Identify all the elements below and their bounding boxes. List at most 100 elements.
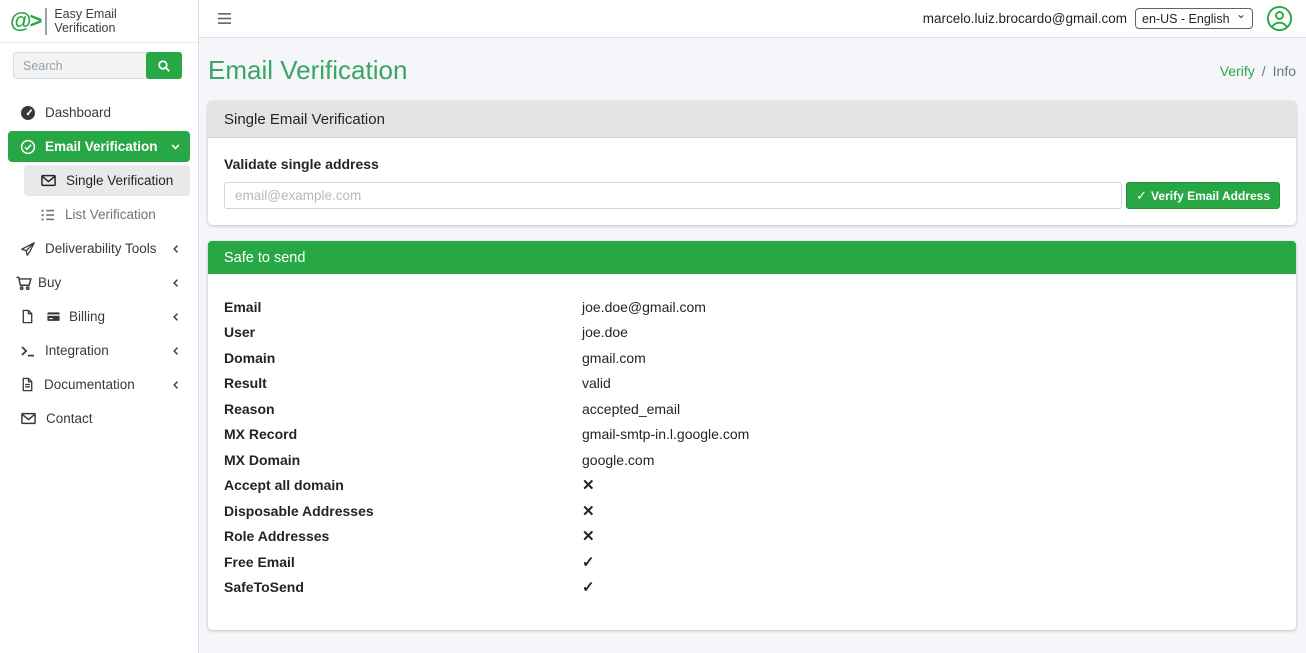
result-label: Email (224, 299, 582, 315)
main-area: marcelo.luiz.brocardo@gmail.com en-US - … (199, 0, 1306, 653)
brand-name-line2: Verification (54, 21, 115, 35)
verify-email-button[interactable]: ✓ Verify Email Address (1126, 182, 1280, 209)
chevron-left-icon (170, 277, 182, 289)
sidebar-item-documentation[interactable]: Documentation (8, 369, 190, 400)
result-row-reason: Reason accepted_email (224, 396, 1280, 422)
sidebar-item-buy[interactable]: Buy (8, 267, 190, 298)
result-label: Role Addresses (224, 528, 582, 544)
hamburger-menu-icon[interactable] (215, 10, 234, 27)
breadcrumb-verify-link[interactable]: Verify (1220, 63, 1255, 79)
result-label: Reason (224, 401, 582, 417)
result-row-domain: Domain gmail.com (224, 345, 1280, 371)
brand-logo-icon: @> (10, 8, 40, 34)
check-icon: ✓ (582, 578, 595, 596)
tachometer-icon (20, 105, 36, 121)
result-row-result: Result valid (224, 371, 1280, 397)
terminal-icon (20, 343, 36, 359)
result-value: google.com (582, 452, 654, 468)
check-circle-icon (20, 139, 36, 155)
language-select[interactable]: en-US - English (1135, 8, 1253, 29)
sidebar-item-label: Contact (46, 411, 93, 426)
sidebar-item-deliverability-tools[interactable]: Deliverability Tools (8, 233, 190, 264)
result-label: SafeToSend (224, 579, 582, 595)
email-input[interactable] (224, 182, 1122, 209)
chevron-down-icon (169, 140, 182, 153)
brand-divider (45, 8, 47, 35)
shopping-cart-icon (15, 274, 33, 292)
list-icon (40, 207, 56, 223)
content: Email Verification Verify / Info Single … (199, 38, 1306, 653)
result-row-user: User joe.doe (224, 320, 1280, 346)
user-email: marcelo.luiz.brocardo@gmail.com (923, 11, 1127, 26)
sidebar-item-email-verification[interactable]: Email Verification (8, 131, 190, 162)
result-value: gmail-smtp-in.l.google.com (582, 426, 749, 442)
sidebar-item-label: Single Verification (66, 173, 173, 188)
topbar: marcelo.luiz.brocardo@gmail.com en-US - … (199, 0, 1306, 38)
result-value: joe.doe@gmail.com (582, 299, 706, 315)
search-button[interactable] (146, 52, 182, 79)
result-value: joe.doe (582, 324, 628, 340)
result-value: gmail.com (582, 350, 646, 366)
result-label: Result (224, 375, 582, 391)
result-label: User (224, 324, 582, 340)
result-row-accept-all-domain: Accept all domain ✕ (224, 473, 1280, 499)
result-label: MX Domain (224, 452, 582, 468)
cross-icon: ✕ (582, 502, 595, 520)
validate-single-address-label: Validate single address (224, 156, 1280, 172)
envelope-icon (40, 172, 57, 189)
envelope-icon (20, 410, 37, 427)
chevron-left-icon (170, 379, 182, 391)
result-row-free-email: Free Email ✓ (224, 549, 1280, 575)
sidebar-item-single-verification[interactable]: Single Verification (24, 165, 190, 196)
result-card-body: Email joe.doe@gmail.com User joe.doe Dom… (208, 274, 1296, 630)
chevron-left-icon (170, 311, 182, 323)
sidebar-item-label: Billing (69, 309, 105, 324)
verify-email-button-label: Verify Email Address (1151, 189, 1270, 203)
brand[interactable]: @> Easy Email Verification (0, 0, 198, 43)
user-avatar-icon[interactable] (1266, 5, 1293, 32)
result-row-role-addresses: Role Addresses ✕ (224, 524, 1280, 550)
result-row-disposable-addresses: Disposable Addresses ✕ (224, 498, 1280, 524)
file-icon (20, 309, 35, 324)
result-label: Free Email (224, 554, 582, 570)
cross-icon: ✕ (582, 527, 595, 545)
brand-name-line1: Easy Email (54, 7, 117, 21)
sidebar-item-label: Email Verification (45, 139, 158, 154)
sidebar-item-integration[interactable]: Integration (8, 335, 190, 366)
chevron-left-icon (170, 243, 182, 255)
check-icon: ✓ (582, 553, 595, 571)
sidebar-item-dashboard[interactable]: Dashboard (8, 97, 190, 128)
sidebar-item-label: Deliverability Tools (45, 241, 157, 256)
result-row-email: Email joe.doe@gmail.com (224, 294, 1280, 320)
result-label: Disposable Addresses (224, 503, 582, 519)
safe-to-send-header: Safe to send (208, 241, 1296, 274)
language-select-wrap: en-US - English (1135, 8, 1253, 29)
sidebar-nav: Dashboard Email Verification Single V (0, 87, 198, 437)
breadcrumb: Verify / Info (1220, 63, 1296, 79)
file-alt-icon (20, 377, 35, 392)
sidebar-item-billing[interactable]: Billing (8, 301, 190, 332)
page-head: Email Verification Verify / Info (208, 55, 1296, 86)
brand-name: Easy Email Verification (54, 7, 117, 35)
sidebar-item-contact[interactable]: Contact (8, 403, 190, 434)
search-input[interactable] (13, 52, 148, 79)
cross-icon: ✕ (582, 476, 595, 494)
result-label: Accept all domain (224, 477, 582, 493)
sidebar-item-label: Dashboard (45, 105, 111, 120)
paper-plane-icon (20, 241, 36, 257)
credit-card-icon (46, 309, 61, 324)
result-card: Safe to send Email joe.doe@gmail.com Use… (208, 241, 1296, 630)
result-row-mx-domain: MX Domain google.com (224, 447, 1280, 473)
check-icon: ✓ (1136, 188, 1147, 204)
sidebar-item-label: Integration (45, 343, 109, 358)
single-verification-card-body: Validate single address ✓ Verify Email A… (208, 138, 1296, 225)
breadcrumb-current: Info (1273, 63, 1296, 79)
result-label: Domain (224, 350, 582, 366)
result-row-safetosend: SafeToSend ✓ (224, 575, 1280, 601)
result-row-mx-record: MX Record gmail-smtp-in.l.google.com (224, 422, 1280, 448)
sidebar-search (0, 43, 198, 87)
sidebar: @> Easy Email Verification (0, 0, 199, 653)
page-title: Email Verification (208, 55, 407, 86)
sidebar-item-list-verification[interactable]: List Verification (24, 199, 190, 230)
chevron-left-icon (170, 345, 182, 357)
